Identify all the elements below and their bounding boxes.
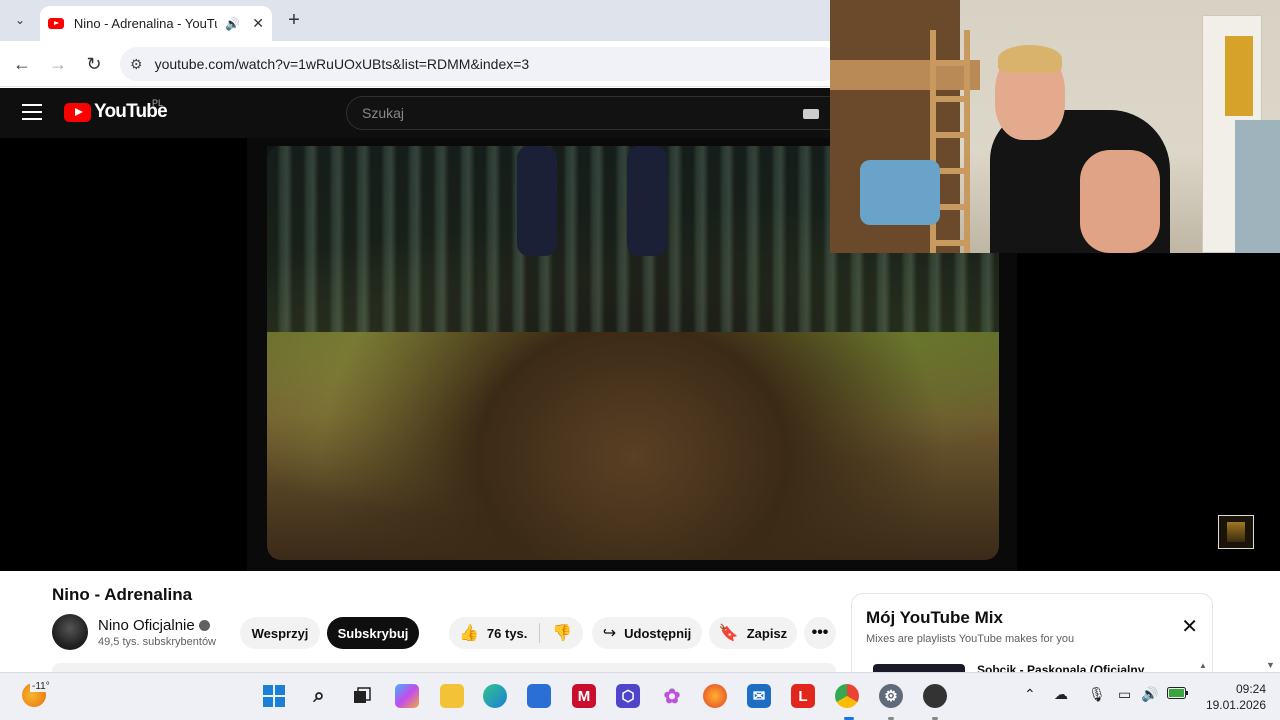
save-button[interactable]: 🔖 Zapisz (709, 617, 797, 649)
more-icon[interactable]: ••• (804, 617, 836, 649)
chevron-up-icon[interactable]: ⌃ (1024, 686, 1036, 703)
channel-name-text[interactable]: Nino Oficjalnie (98, 617, 195, 634)
like-divider (539, 623, 541, 643)
display-icon[interactable]: ▭ (1118, 686, 1131, 703)
tune-icon[interactable]: ⚙ (130, 56, 143, 73)
volume-icon[interactable]: 🔊 (1141, 686, 1158, 703)
photos-icon[interactable]: ✿ (660, 684, 684, 708)
chevron-down-icon[interactable]: ⌄ (8, 8, 32, 32)
file-explorer-icon[interactable] (440, 684, 464, 708)
dislike-icon[interactable]: 👎 (552, 623, 572, 643)
subscriber-count: 49,5 tys. subskrybentów (98, 636, 217, 648)
forward-icon[interactable]: → (45, 51, 71, 77)
clock[interactable]: 09:24 19.01.2026 (1196, 681, 1266, 713)
video-info-section: Nino - Adrenalina Nino Oficjalnie 49,5 t… (0, 571, 1280, 673)
webcam-person-arm (1080, 150, 1160, 253)
search-placeholder: Szukaj (362, 105, 405, 121)
video-rider (627, 146, 667, 256)
description-box[interactable] (52, 663, 836, 672)
browser-tab[interactable]: Nino - Adrenalina - YouTube 🔊 ✕ (40, 6, 272, 41)
channel-name[interactable]: Nino Oficjalnie (98, 617, 210, 634)
store-icon[interactable] (527, 684, 551, 708)
lenovo-icon[interactable]: L (791, 684, 815, 708)
webcam-curtain (1235, 120, 1280, 253)
like-dislike-group: 👍 76 tys. 👎 (449, 617, 583, 649)
clock-date: 19.01.2026 (1205, 698, 1266, 712)
save-icon: 🔖 (718, 625, 739, 642)
youtube-logo[interactable]: YouTube PL (64, 98, 168, 123)
mic-icon[interactable]: 🎙 (1088, 686, 1106, 703)
vpn-icon[interactable]: ⬡ (616, 684, 640, 708)
playlist-thumbnail[interactable] (1218, 515, 1254, 549)
region-code: PL (152, 98, 164, 108)
scroll-up-icon[interactable]: ▲ (1199, 661, 1207, 670)
task-view-icon[interactable] (350, 684, 374, 708)
share-button[interactable]: ↪ Udostępnij (592, 617, 702, 649)
search-input[interactable]: Szukaj (346, 96, 832, 130)
mcafee-icon[interactable]: M (572, 684, 596, 708)
youtube-favicon-icon (48, 18, 64, 29)
webcam-person-hair (998, 45, 1062, 73)
mix-subtitle: Mixes are playlists YouTube makes for yo… (866, 633, 1075, 645)
subscribe-button[interactable]: Subskrybuj (327, 617, 419, 649)
audio-icon[interactable]: 🔊 (225, 17, 240, 31)
close-icon[interactable]: ✕ (252, 15, 264, 32)
outlook-icon[interactable]: ✉ (747, 684, 771, 708)
webcam-overlay (830, 0, 1280, 253)
copilot-icon[interactable] (395, 684, 419, 708)
settings-icon[interactable]: ⚙ (879, 684, 903, 708)
weather-temp[interactable]: -11° (30, 681, 52, 692)
webcam-pillow (860, 160, 940, 225)
share-icon: ↪ (602, 625, 617, 642)
mix-panel: Mój YouTube Mix Mixes are playlists YouT… (851, 593, 1213, 673)
edge-icon[interactable] (483, 684, 507, 708)
close-icon[interactable]: ✕ (1181, 614, 1198, 639)
scroll-down-icon[interactable]: ▼ (1266, 660, 1275, 670)
address-bar[interactable]: ⚙ youtube.com/watch?v=1wRuUOxUBts&list=R… (120, 47, 840, 81)
video-rider (517, 146, 557, 256)
support-button[interactable]: Wesprzyj (240, 617, 320, 649)
hamburger-icon[interactable] (22, 104, 42, 120)
mix-title: Mój YouTube Mix (866, 608, 1003, 627)
search-icon[interactable]: ⌕ (307, 684, 331, 708)
obs-icon[interactable] (923, 684, 947, 708)
reload-icon[interactable]: ↻ (81, 51, 107, 77)
youtube-logo-icon (64, 102, 91, 122)
share-label: Udostępnij (624, 625, 692, 641)
tab-title: Nino - Adrenalina - YouTube (73, 16, 217, 31)
back-icon[interactable]: ← (9, 51, 35, 77)
save-label: Zapisz (746, 625, 788, 641)
avatar[interactable] (52, 614, 88, 650)
taskbar: -11° ⌕ M ⬡ ✿ ✉ L ⚙ ⌃ ☁ 🎙 ▭ 🔊 09:24 19.01… (0, 672, 1280, 720)
plus-icon[interactable]: + (282, 8, 306, 32)
verified-icon (198, 619, 210, 631)
cloud-icon[interactable]: ☁ (1054, 686, 1068, 703)
url-text[interactable]: youtube.com/watch?v=1wRuUOxUBts&list=RDM… (155, 56, 530, 72)
video-title: Nino - Adrenalina (52, 585, 193, 604)
firefox-icon[interactable] (703, 684, 727, 708)
battery-icon[interactable] (1167, 686, 1189, 702)
like-icon[interactable]: 👍 (459, 623, 479, 643)
chrome-icon[interactable] (835, 684, 859, 708)
clock-time: 09:24 (1235, 682, 1266, 696)
like-count[interactable]: 76 tys. (487, 626, 527, 641)
keyboard-icon[interactable] (803, 109, 819, 119)
windows-start-icon[interactable] (262, 684, 286, 708)
